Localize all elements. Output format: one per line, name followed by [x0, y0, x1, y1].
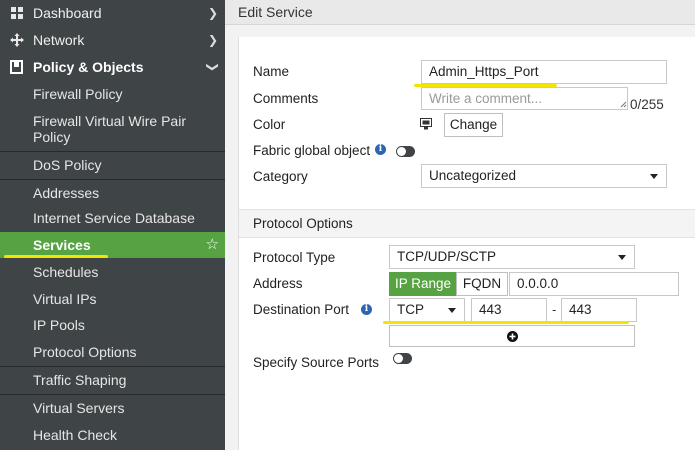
address-input[interactable]: 0.0.0.0	[509, 272, 679, 296]
protocol-type-value: TCP/UDP/SCTP	[397, 249, 497, 264]
nav-policy-objects[interactable]: Policy & Objects ❯	[0, 54, 225, 80]
address-iprange-button[interactable]: IP Range	[389, 272, 457, 296]
destination-port-high-input[interactable]: 443	[561, 298, 637, 322]
destination-port-low-input[interactable]: 443	[471, 298, 547, 322]
add-port-range-button[interactable]	[389, 325, 635, 347]
nav-policy-objects-label: Policy & Objects	[33, 59, 144, 75]
page-title: Edit Service	[225, 0, 695, 25]
edit-service-form: Name Admin_Https_Port Comments Write a c…	[238, 37, 695, 450]
nav-network-label: Network	[33, 32, 85, 48]
sidebar: Dashboard ❯ Network ❯ Policy & Objects ❯…	[0, 0, 225, 450]
name-input[interactable]: Admin_Https_Port	[421, 60, 667, 84]
highlight-mark	[383, 321, 629, 324]
plus-circle-icon	[506, 331, 518, 342]
category-value: Uncategorized	[429, 168, 517, 183]
sidebar-item-label: Traffic Shaping	[33, 372, 127, 388]
protocol-type-label: Protocol Type	[253, 250, 336, 265]
nav-dashboard[interactable]: Dashboard ❯	[0, 0, 225, 26]
sidebar-item-label: Virtual IPs	[33, 290, 97, 307]
highlight-mark	[4, 255, 108, 258]
comments-counter: 0/255	[630, 97, 664, 112]
protocol-type-select[interactable]: TCP/UDP/SCTP	[389, 245, 635, 269]
port-range-separator: -	[552, 302, 557, 317]
star-icon[interactable]: ☆	[206, 235, 219, 253]
sidebar-item-label: Firewall Policy	[33, 86, 123, 102]
comments-textarea[interactable]: Write a comment...	[421, 87, 628, 110]
sidebar-item-label: Health Check	[33, 426, 118, 443]
sidebar-item-internet-service-database[interactable]: Internet Service Database	[0, 205, 225, 231]
sidebar-item-ip-pools[interactable]: IP Pools	[0, 312, 225, 338]
color-label: Color	[253, 117, 286, 132]
sidebar-item-firewall-virtual-wire-pair-policy[interactable]: Firewall Virtual Wire Pair Policy	[0, 107, 225, 150]
color-swatch-icon	[420, 118, 432, 130]
sidebar-item-label: IP Pools	[33, 317, 85, 333]
nav-dashboard-label: Dashboard	[33, 5, 102, 21]
sidebar-item-label: Firewall Virtual Wire Pair	[33, 112, 186, 129]
sidebar-item-firewall-policy[interactable]: Firewall Policy	[0, 81, 225, 107]
info-icon[interactable]: i	[361, 304, 372, 315]
sidebar-item-label: Virtual Servers	[33, 400, 125, 416]
info-icon[interactable]: i	[375, 144, 386, 155]
sidebar-item-label: Schedules	[33, 263, 99, 280]
sidebar-item-schedules[interactable]: Schedules	[0, 258, 225, 285]
address-label: Address	[253, 276, 303, 291]
sidebar-item-label: DoS Policy	[33, 157, 102, 173]
chevron-down-icon	[448, 308, 456, 313]
destination-protocol-value: TCP	[397, 302, 424, 317]
destination-port-label: Destination Port	[253, 302, 350, 317]
destination-protocol-select[interactable]: TCP	[389, 298, 465, 322]
sidebar-item-addresses[interactable]: Addresses	[0, 179, 225, 205]
sidebar-item-label: Services	[33, 237, 91, 253]
policy-objects-icon	[0, 60, 33, 74]
main-content: Edit Service Name Admin_Https_Port Comme…	[225, 0, 695, 450]
sidebar-item-label: Internet Service Database	[33, 210, 195, 226]
sidebar-item-traffic-shaping[interactable]: Traffic Shaping	[0, 366, 225, 393]
sidebar-item-virtual-servers[interactable]: Virtual Servers	[0, 394, 225, 421]
color-change-button[interactable]: Change	[444, 113, 503, 137]
sidebar-item-protocol-options[interactable]: Protocol Options	[0, 338, 225, 365]
sidebar-item-label: Policy	[33, 128, 71, 145]
category-select[interactable]: Uncategorized	[421, 164, 667, 188]
address-fqdn-button[interactable]: FQDN	[456, 272, 508, 296]
chevron-down-icon	[618, 255, 626, 260]
sidebar-item-label: Protocol Options	[33, 343, 137, 360]
sidebar-item-virtual-ips[interactable]: Virtual IPs	[0, 285, 225, 312]
chevron-right-icon: ❯	[207, 6, 219, 20]
specify-source-ports-label: Specify Source Ports	[253, 355, 380, 370]
network-icon	[0, 33, 33, 47]
sidebar-item-health-check[interactable]: Health Check	[0, 421, 225, 448]
protocol-options-header: Protocol Options	[239, 209, 695, 238]
category-label: Category	[253, 169, 308, 184]
comments-label: Comments	[253, 91, 319, 106]
sidebar-item-label: Addresses	[33, 184, 100, 201]
name-label: Name	[253, 64, 290, 79]
resize-handle-icon[interactable]	[620, 101, 627, 108]
chevron-down-icon: ❯	[206, 61, 220, 73]
sidebar-item-dos-policy[interactable]: DoS Policy	[0, 151, 225, 178]
chevron-right-icon: ❯	[207, 33, 219, 47]
fabric-global-object-toggle[interactable]	[396, 146, 415, 157]
nav-network[interactable]: Network ❯	[0, 27, 225, 53]
fabric-global-object-label: Fabric global object	[253, 143, 371, 158]
specify-source-ports-toggle[interactable]	[393, 353, 412, 364]
chevron-down-icon	[650, 174, 658, 179]
dashboard-icon	[0, 6, 33, 20]
